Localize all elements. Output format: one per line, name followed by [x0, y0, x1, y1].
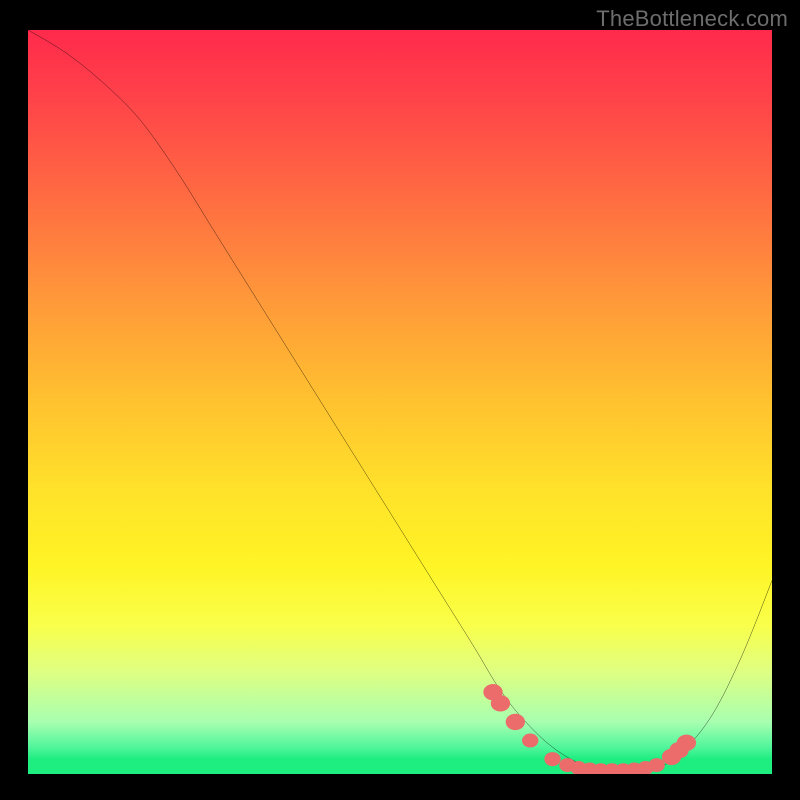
curve-path [28, 30, 772, 771]
data-marker [677, 735, 696, 751]
watermark-text: TheBottleneck.com [596, 6, 788, 32]
app-frame: TheBottleneck.com [0, 0, 800, 800]
plot-area [28, 30, 772, 774]
data-marker [506, 714, 525, 730]
data-marker [491, 695, 510, 711]
data-marker [522, 734, 538, 748]
data-marker [648, 758, 664, 772]
chart-svg [28, 30, 772, 774]
markers-group [483, 684, 696, 774]
data-marker [544, 752, 560, 766]
